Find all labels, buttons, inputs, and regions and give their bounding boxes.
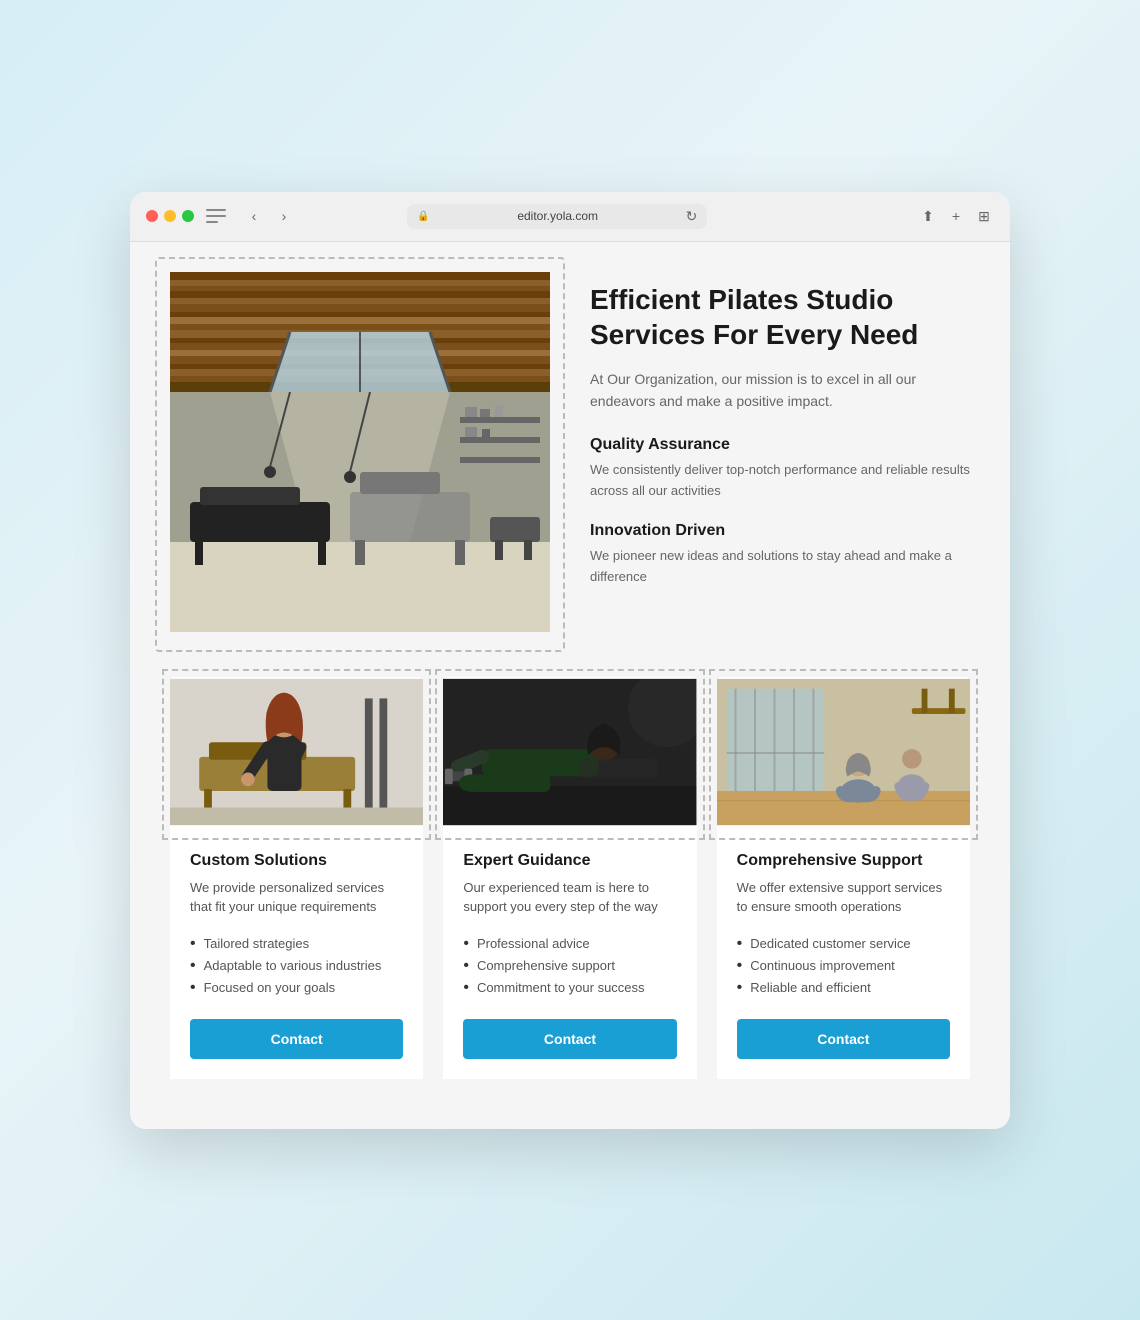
card2-image — [443, 677, 696, 827]
card1-image — [170, 677, 423, 827]
list-item: Commitment to your success — [463, 977, 676, 999]
browser-window: ‹ › 🔒 editor.yola.com ↻ ⬆ + ⊞ — [130, 192, 1010, 1129]
hero-image-wrapper — [170, 272, 550, 637]
add-tab-button[interactable]: + — [946, 206, 966, 226]
list-item: Continuous improvement — [737, 955, 950, 977]
browser-actions: ⬆ + ⊞ — [918, 206, 994, 226]
card2-desc: Our experienced team is here to support … — [463, 878, 676, 917]
hero-gym-image — [170, 272, 550, 632]
card2-image-wrapper — [443, 677, 696, 832]
card-expert-guidance: Expert Guidance Our experienced team is … — [443, 677, 696, 1079]
url-display: editor.yola.com — [436, 209, 680, 223]
feature-quality-title: Quality Assurance — [590, 436, 970, 454]
traffic-lights — [146, 210, 194, 222]
browser-toolbar: ‹ › 🔒 editor.yola.com ↻ ⬆ + ⊞ — [130, 192, 1010, 242]
card3-image-wrapper — [717, 677, 970, 832]
extensions-button[interactable]: ⊞ — [974, 206, 994, 226]
forward-button[interactable]: › — [272, 204, 296, 228]
address-bar[interactable]: 🔒 editor.yola.com ↻ — [407, 204, 707, 229]
refresh-button[interactable]: ↻ — [686, 208, 698, 225]
list-item: Tailored strategies — [190, 933, 403, 955]
list-item: Professional advice — [463, 933, 676, 955]
card-custom-solutions: Custom Solutions We provide personalized… — [170, 677, 423, 1079]
feature-innovation-desc: We pioneer new ideas and solutions to st… — [590, 546, 970, 588]
close-button[interactable] — [146, 210, 158, 222]
sidebar-toggle-icon[interactable] — [206, 209, 226, 223]
card3-contact-button[interactable]: Contact — [737, 1019, 950, 1059]
list-item: Dedicated customer service — [737, 933, 950, 955]
lock-icon: 🔒 — [417, 211, 429, 222]
card-comprehensive-support: Comprehensive Support We offer extensive… — [717, 677, 970, 1079]
cards-section: Custom Solutions We provide personalized… — [170, 677, 970, 1079]
card3-body: Comprehensive Support We offer extensive… — [717, 832, 970, 1079]
back-button[interactable]: ‹ — [242, 204, 266, 228]
card2-list: Professional advice Comprehensive suppor… — [463, 933, 676, 999]
maximize-button[interactable] — [182, 210, 194, 222]
card2-body: Expert Guidance Our experienced team is … — [443, 832, 696, 1079]
list-item: Reliable and efficient — [737, 977, 950, 999]
card1-list: Tailored strategies Adaptable to various… — [190, 933, 403, 999]
hero-content: Efficient Pilates Studio Services For Ev… — [590, 272, 970, 608]
share-button[interactable]: ⬆ — [918, 206, 938, 226]
card2-contact-button[interactable]: Contact — [463, 1019, 676, 1059]
minimize-button[interactable] — [164, 210, 176, 222]
card3-desc: We offer extensive support services to e… — [737, 878, 950, 917]
feature-innovation: Innovation Driven We pioneer new ideas a… — [590, 522, 970, 588]
list-item: Focused on your goals — [190, 977, 403, 999]
card2-title: Expert Guidance — [463, 852, 676, 870]
list-item: Adaptable to various industries — [190, 955, 403, 977]
card3-title: Comprehensive Support — [737, 852, 950, 870]
hero-section: Efficient Pilates Studio Services For Ev… — [170, 272, 970, 637]
card1-title: Custom Solutions — [190, 852, 403, 870]
card1-image-wrapper — [170, 677, 423, 832]
card1-body: Custom Solutions We provide personalized… — [170, 832, 423, 1079]
browser-content: Efficient Pilates Studio Services For Ev… — [130, 242, 1010, 1129]
card3-image — [717, 677, 970, 827]
hero-title: Efficient Pilates Studio Services For Ev… — [590, 282, 970, 352]
card3-list: Dedicated customer service Continuous im… — [737, 933, 950, 999]
browser-nav: ‹ › — [242, 204, 296, 228]
hero-subtitle: At Our Organization, our mission is to e… — [590, 368, 970, 413]
feature-quality-desc: We consistently deliver top-notch perfor… — [590, 460, 970, 502]
card1-desc: We provide personalized services that fi… — [190, 878, 403, 917]
feature-quality: Quality Assurance We consistently delive… — [590, 436, 970, 502]
card1-contact-button[interactable]: Contact — [190, 1019, 403, 1059]
feature-innovation-title: Innovation Driven — [590, 522, 970, 540]
list-item: Comprehensive support — [463, 955, 676, 977]
